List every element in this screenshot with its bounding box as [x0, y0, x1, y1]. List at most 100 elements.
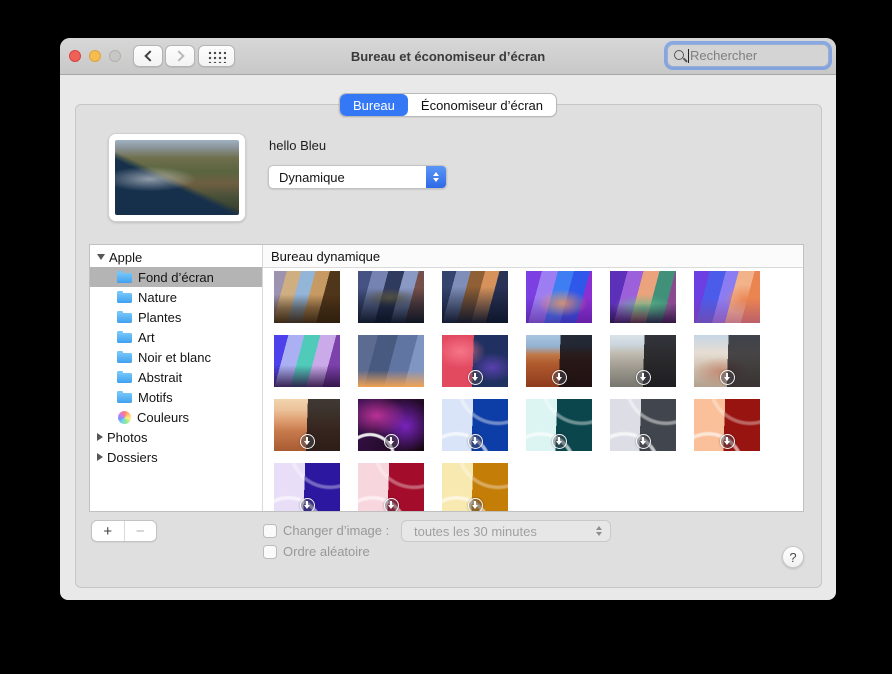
disclosure-triangle-icon[interactable]	[97, 433, 103, 441]
minimize-button[interactable]	[89, 50, 101, 62]
wallpaper-tile-white-rocks[interactable]	[694, 335, 760, 387]
interval-value: toutes les 30 minutes	[414, 523, 537, 539]
grid-section-header: Bureau dynamique	[263, 245, 803, 268]
color-wheel-icon	[118, 410, 131, 424]
wallpaper-tile-imac-purple[interactable]	[274, 463, 340, 511]
download-badge-icon	[299, 498, 315, 511]
show-all-button[interactable]	[198, 45, 235, 67]
download-badge-icon	[551, 370, 567, 385]
sidebar-item-label: Motifs	[138, 389, 173, 405]
random-order-label: Ordre aléatoire	[283, 544, 370, 559]
random-order-row: Ordre aléatoire	[263, 544, 370, 559]
sidebar-item[interactable]: Art	[90, 327, 262, 347]
tab-bureau[interactable]: Bureau	[339, 94, 408, 116]
change-image-label: Changer d’image :	[283, 523, 390, 538]
help-button[interactable]: ?	[782, 546, 804, 568]
desktop-tab-panel: hello Bleu Dynamique Apple Fond d’écran Na…	[75, 104, 822, 588]
folder-icon	[117, 331, 132, 343]
sidebar-item[interactable]: Plantes	[90, 307, 262, 327]
folder-icon	[117, 351, 132, 363]
download-badge-icon	[467, 370, 483, 385]
wallpaper-tile-mojave[interactable]	[274, 271, 340, 323]
wallpaper-tile-orange-rock[interactable]	[274, 399, 340, 451]
source-and-wallpaper-browser: Apple Fond d’écran Nature Plantes Art Noir et…	[89, 244, 804, 512]
sidebar-item[interactable]: Couleurs	[90, 407, 262, 427]
wallpaper-preview-well[interactable]	[108, 133, 246, 222]
close-button[interactable]	[69, 50, 81, 62]
wallpaper-tile-beach-artistic[interactable]	[274, 335, 340, 387]
back-chevron-icon	[143, 50, 156, 62]
download-badge-icon	[635, 434, 651, 449]
dynamic-mode-value: Dynamique	[279, 169, 345, 185]
wallpaper-tile-desert-artistic[interactable]	[694, 271, 760, 323]
sidebar-group-label: Dossiers	[107, 449, 158, 465]
forward-button	[165, 45, 195, 67]
add-folder-button[interactable]: +	[92, 521, 124, 541]
wallpaper-tile-hello-abstract[interactable]	[442, 335, 508, 387]
wallpaper-grid-pane: Bureau dynamique	[263, 245, 803, 511]
source-sidebar: Apple Fond d’écran Nature Plantes Art Noir et…	[90, 245, 263, 511]
download-badge-icon	[467, 498, 483, 511]
wallpaper-tile-imac-pro-abstract[interactable]	[358, 399, 424, 451]
desktop-screensaver-preferences-window: Bureau et économiseur d’écran Rechercher…	[60, 38, 836, 600]
download-badge-icon	[383, 498, 399, 511]
remove-folder-button: −	[123, 521, 157, 541]
sidebar-group-apple[interactable]: Apple	[90, 247, 262, 267]
wallpaper-name: hello Bleu	[269, 138, 327, 153]
sidebar-item[interactable]: Noir et blanc	[90, 347, 262, 367]
wallpaper-tile-cliffs-artistic[interactable]	[526, 271, 592, 323]
sidebar-item-label: Fond d’écran	[138, 269, 214, 285]
wallpaper-tile-big-sur[interactable]	[442, 271, 508, 323]
wallpaper-tile-gray-rock[interactable]	[610, 335, 676, 387]
random-order-checkbox[interactable]	[263, 544, 277, 559]
sidebar-group-dossiers[interactable]: Dossiers	[90, 447, 262, 467]
sidebar-item[interactable]: Abstrait	[90, 367, 262, 387]
show-all-grid-icon	[207, 49, 226, 63]
sidebar-item-label: Plantes	[138, 309, 182, 325]
folder-icon	[117, 311, 132, 323]
download-badge-icon	[551, 434, 567, 449]
wallpaper-tile-red-rock-desert[interactable]	[526, 335, 592, 387]
sidebar-item-label: Art	[138, 329, 155, 345]
sidebar-item-label: Nature	[138, 289, 178, 305]
search-icon	[673, 49, 687, 63]
wallpaper-tile-catalina[interactable]	[358, 271, 424, 323]
sidebar-item[interactable]: Fond d’écran	[90, 267, 262, 287]
change-image-row: Changer d’image :	[263, 523, 389, 538]
text-cursor	[688, 48, 689, 63]
wallpaper-tile-solar-gradients[interactable]	[358, 335, 424, 387]
disclosure-triangle-icon[interactable]	[97, 254, 105, 260]
wallpaper-tile-imac-orange[interactable]	[694, 399, 760, 451]
wallpaper-tile-lake-artistic[interactable]	[610, 271, 676, 323]
sidebar-group-photos[interactable]: Photos	[90, 427, 262, 447]
download-badge-icon	[719, 434, 735, 449]
wallpaper-tile-imac-pink[interactable]	[358, 463, 424, 511]
folder-icon	[117, 391, 132, 403]
back-button[interactable]	[133, 45, 163, 67]
forward-chevron-icon	[172, 50, 185, 62]
popup-stepper-icon	[426, 166, 446, 188]
folder-icon	[117, 271, 132, 283]
search-input[interactable]: Rechercher	[667, 44, 829, 67]
download-badge-icon	[467, 434, 483, 449]
title-bar[interactable]: Bureau et économiseur d’écran Rechercher	[60, 38, 836, 75]
sidebar-item-label: Noir et blanc	[138, 349, 211, 365]
disclosure-triangle-icon[interactable]	[97, 453, 103, 461]
sidebar-group-label: Photos	[107, 429, 148, 445]
add-remove-control: + −	[91, 520, 157, 542]
sidebar-item[interactable]: Motifs	[90, 387, 262, 407]
traffic-lights	[69, 50, 121, 62]
help-icon: ?	[789, 549, 797, 565]
sidebar-group-label: Apple	[109, 249, 143, 265]
wallpaper-tile-imac-blue[interactable]	[442, 399, 508, 451]
wallpaper-tile-imac-teal[interactable]	[526, 399, 592, 451]
sidebar-item[interactable]: Nature	[90, 287, 262, 307]
sidebar-item-label: Abstrait	[138, 369, 183, 385]
wallpaper-tile-imac-silver[interactable]	[610, 399, 676, 451]
tab-bar: Bureau Économiseur d’écran	[338, 93, 558, 117]
change-image-checkbox[interactable]	[263, 523, 277, 538]
dynamic-mode-popup[interactable]: Dynamique	[268, 165, 447, 189]
wallpaper-grid	[263, 268, 774, 511]
tab-economiseur[interactable]: Économiseur d’écran	[408, 94, 556, 116]
wallpaper-tile-imac-yellow[interactable]	[442, 463, 508, 511]
